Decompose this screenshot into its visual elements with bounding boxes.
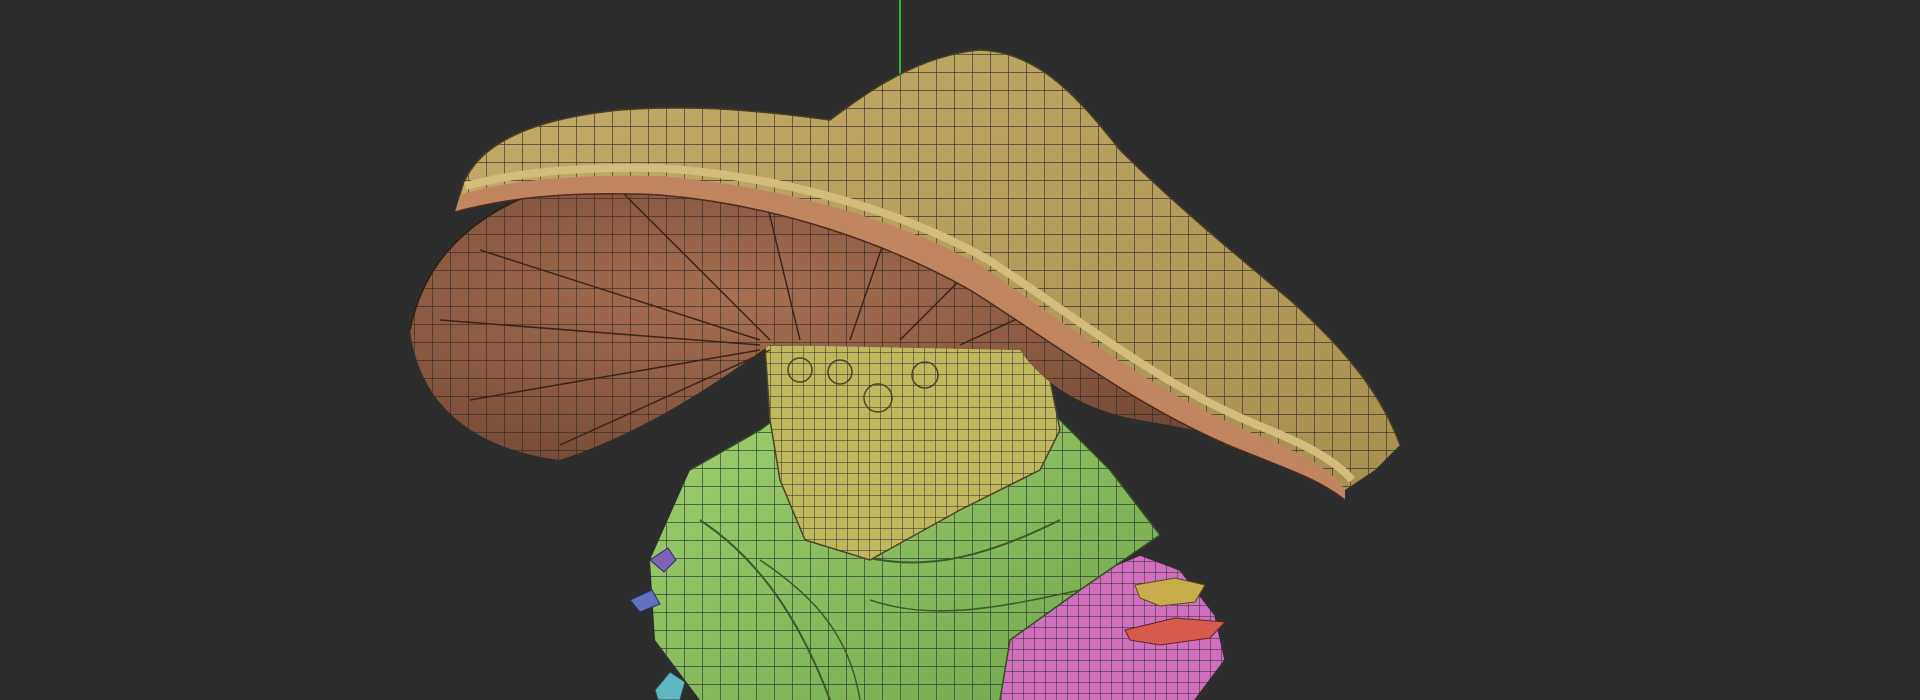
flower-cyan[interactable] (654, 671, 686, 700)
viewport-canvas[interactable] (0, 0, 1920, 700)
3d-viewport[interactable] (0, 0, 1920, 700)
